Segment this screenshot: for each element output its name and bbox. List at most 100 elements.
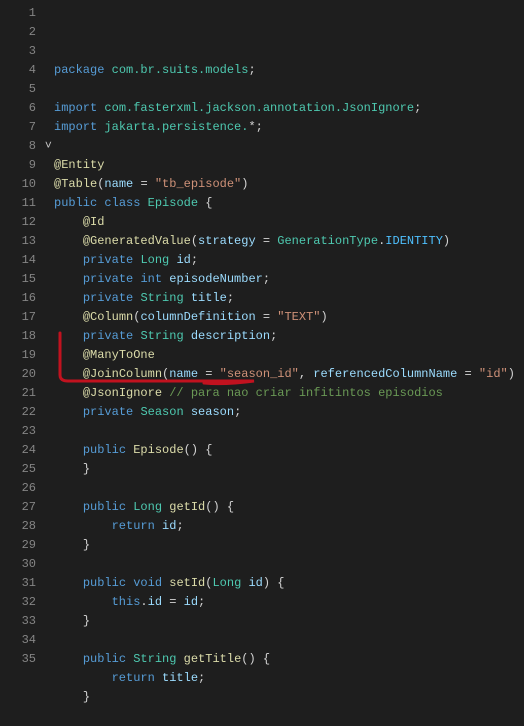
line-number: 18 bbox=[8, 327, 36, 346]
code-line[interactable]: } bbox=[54, 460, 524, 479]
code-line[interactable]: @Id bbox=[54, 213, 524, 232]
line-number: 20 bbox=[8, 365, 36, 384]
code-line[interactable]: private String description; bbox=[54, 327, 524, 346]
line-number: 8 bbox=[8, 137, 36, 156]
line-number: 28 bbox=[8, 517, 36, 536]
code-line[interactable] bbox=[54, 422, 524, 441]
token-white bbox=[148, 177, 155, 191]
line-number: 11 bbox=[8, 194, 36, 213]
code-line[interactable]: @JsonIgnore // para nao criar infitintos… bbox=[54, 384, 524, 403]
token-var: episodeNumber bbox=[169, 272, 263, 286]
code-line[interactable]: public Episode() { bbox=[54, 441, 524, 460]
token-var: season bbox=[191, 405, 234, 419]
code-line[interactable]: public Long getId() { bbox=[54, 498, 524, 517]
code-editor[interactable]: ˅ 12345678910111213141516171819202122232… bbox=[0, 0, 524, 691]
token-punc: ) { bbox=[263, 576, 285, 590]
token-punc: () { bbox=[184, 443, 213, 457]
token-kw: return bbox=[112, 671, 155, 685]
line-number: 4 bbox=[8, 61, 36, 80]
token-kw: return bbox=[112, 519, 155, 533]
token-white bbox=[54, 595, 112, 609]
token-white bbox=[176, 652, 183, 666]
token-white bbox=[54, 538, 83, 552]
line-number: 26 bbox=[8, 479, 36, 498]
code-line[interactable]: import com.fasterxml.jackson.annotation.… bbox=[54, 99, 524, 118]
code-line[interactable]: public class Episode { bbox=[54, 194, 524, 213]
line-number: 27 bbox=[8, 498, 36, 517]
token-kw: public bbox=[83, 652, 126, 666]
token-kw: public bbox=[83, 576, 126, 590]
token-punc: ; bbox=[234, 405, 241, 419]
line-number: 24 bbox=[8, 441, 36, 460]
code-line[interactable]: @Entity bbox=[54, 156, 524, 175]
code-line[interactable]: @Column(columnDefinition = "TEXT") bbox=[54, 308, 524, 327]
token-punc: = bbox=[465, 367, 472, 381]
code-line[interactable] bbox=[54, 479, 524, 498]
code-line[interactable]: private Season season; bbox=[54, 403, 524, 422]
line-number: 5 bbox=[8, 80, 36, 99]
code-line[interactable]: package com.br.suits.models; bbox=[54, 61, 524, 80]
token-punc: ) bbox=[443, 234, 450, 248]
token-var: id bbox=[162, 519, 176, 533]
token-punc: () { bbox=[205, 500, 234, 514]
token-kw: private bbox=[83, 291, 133, 305]
token-fn: setId bbox=[169, 576, 205, 590]
token-white bbox=[54, 234, 83, 248]
code-line[interactable]: public String getTitle() { bbox=[54, 650, 524, 669]
line-number: 9 bbox=[8, 156, 36, 175]
token-punc: } bbox=[83, 614, 90, 628]
code-line[interactable]: @ManyToOne bbox=[54, 346, 524, 365]
code-line[interactable] bbox=[54, 631, 524, 650]
line-number: 35 bbox=[8, 650, 36, 669]
code-line[interactable]: return title; bbox=[54, 669, 524, 688]
token-var: id bbox=[148, 595, 162, 609]
code-line[interactable]: } bbox=[54, 536, 524, 555]
token-white bbox=[184, 291, 191, 305]
token-punc: ) bbox=[241, 177, 248, 191]
token-anno: @Id bbox=[83, 215, 105, 229]
token-kw: private bbox=[83, 272, 133, 286]
line-number: 17 bbox=[8, 308, 36, 327]
token-white bbox=[54, 671, 112, 685]
code-line[interactable] bbox=[54, 707, 524, 726]
token-white bbox=[212, 367, 219, 381]
line-number: 22 bbox=[8, 403, 36, 422]
token-var: id bbox=[184, 595, 198, 609]
token-anno: @GeneratedValue bbox=[83, 234, 191, 248]
token-var: title bbox=[162, 671, 198, 685]
code-line[interactable]: private Long id; bbox=[54, 251, 524, 270]
code-line[interactable]: @JoinColumn(name = "season_id", referenc… bbox=[54, 365, 524, 384]
line-number: 19 bbox=[8, 346, 36, 365]
line-number: 3 bbox=[8, 42, 36, 61]
code-line[interactable]: this.id = id; bbox=[54, 593, 524, 612]
token-white bbox=[155, 519, 162, 533]
code-line[interactable] bbox=[54, 555, 524, 574]
code-line[interactable]: import jakarta.persistence.*; bbox=[54, 118, 524, 137]
token-white bbox=[54, 272, 83, 286]
token-anno: @JsonIgnore bbox=[83, 386, 162, 400]
token-type: String bbox=[140, 329, 183, 343]
token-white bbox=[184, 405, 191, 419]
code-line[interactable]: @Table(name = "tb_episode") bbox=[54, 175, 524, 194]
token-white bbox=[54, 443, 83, 457]
code-line[interactable]: return id; bbox=[54, 517, 524, 536]
token-var: id bbox=[248, 576, 262, 590]
token-white bbox=[54, 519, 112, 533]
code-line[interactable] bbox=[54, 80, 524, 99]
code-line[interactable]: } bbox=[54, 612, 524, 631]
code-line[interactable]: public void setId(Long id) { bbox=[54, 574, 524, 593]
token-type: Long bbox=[133, 500, 162, 514]
code-area[interactable]: package com.br.suits.models; import com.f… bbox=[54, 0, 524, 691]
token-punc: ; bbox=[248, 63, 255, 77]
token-var: description bbox=[191, 329, 270, 343]
code-line[interactable]: private int episodeNumber; bbox=[54, 270, 524, 289]
code-line[interactable]: @GeneratedValue(strategy = GenerationTyp… bbox=[54, 232, 524, 251]
token-punc: ( bbox=[191, 234, 198, 248]
token-anno: @ManyToOne bbox=[83, 348, 155, 362]
code-line[interactable]: private String title; bbox=[54, 289, 524, 308]
token-punc: ; bbox=[414, 101, 421, 115]
fold-chevron-icon[interactable]: ˅ bbox=[45, 137, 52, 156]
code-line[interactable] bbox=[54, 137, 524, 156]
line-number: 31 bbox=[8, 574, 36, 593]
token-fn: Episode bbox=[133, 443, 183, 457]
